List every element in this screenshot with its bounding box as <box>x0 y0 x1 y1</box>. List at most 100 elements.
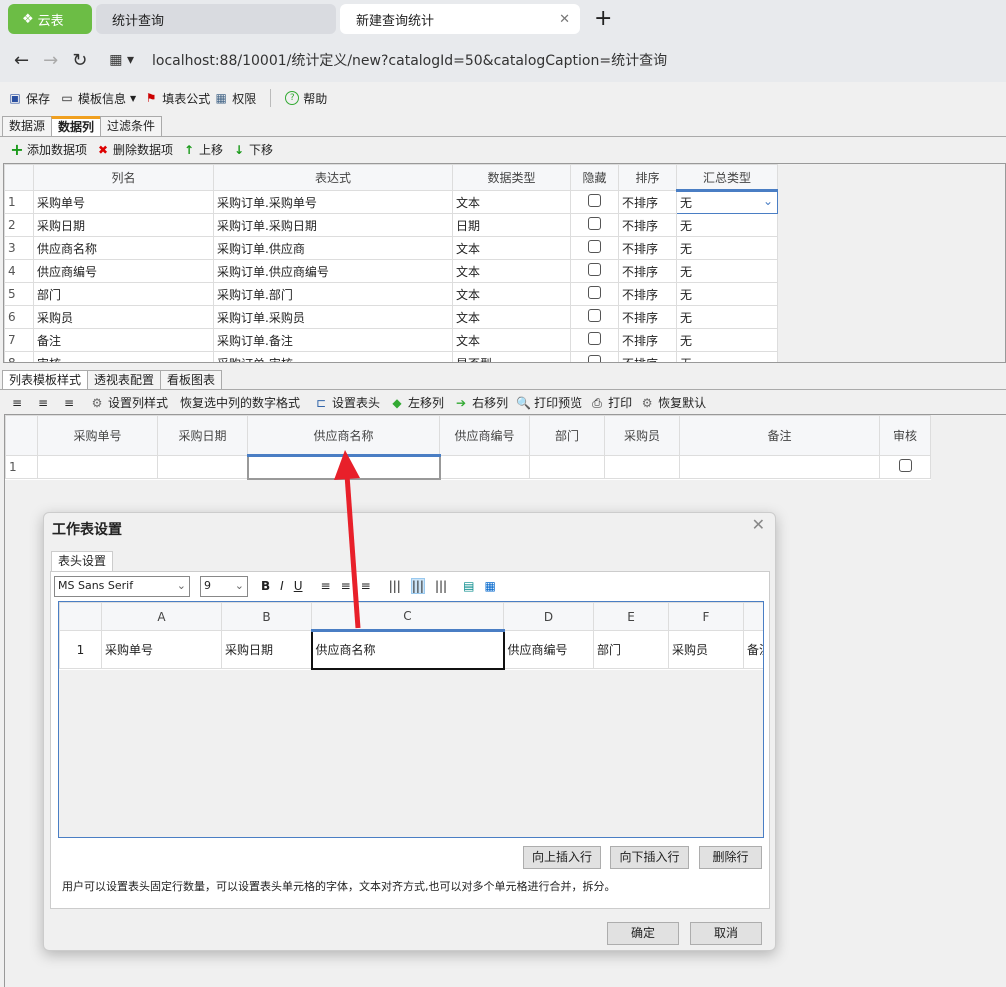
split-cells-icon[interactable]: ▦ <box>484 579 495 593</box>
restore-format-button[interactable]: 恢复选中列的数字格式 <box>180 394 300 411</box>
preview-col-header[interactable]: 审核 <box>879 415 931 456</box>
sort-cell[interactable]: 不排序 <box>618 328 677 352</box>
hidden-checkbox[interactable] <box>588 194 601 207</box>
fill-formula-button[interactable]: 填表公式 <box>162 90 210 107</box>
cell[interactable]: 供应商名称 <box>33 236 214 260</box>
url-field[interactable]: localhost:88/10001/统计定义/new?catalogId=50… <box>152 50 667 70</box>
sort-cell[interactable]: 不排序 <box>618 213 677 237</box>
chevron-down-icon[interactable]: ⌄ <box>763 194 773 208</box>
column-style-button[interactable]: 设置列样式 <box>108 394 168 411</box>
table-row[interactable]: 6 采购员 采购订单.采购员 文本 不排序无 <box>4 305 778 329</box>
tab-dashboard[interactable]: 看板图表 <box>160 370 223 390</box>
hidden-checkbox[interactable] <box>588 286 601 299</box>
preview-cell[interactable] <box>246 454 441 480</box>
col-header[interactable]: 表达式 <box>213 164 453 191</box>
summary-cell[interactable]: 无 <box>676 351 778 362</box>
summary-cell[interactable]: 无 <box>676 282 778 306</box>
close-tab-icon[interactable]: ✕ <box>559 12 570 27</box>
back-icon[interactable]: ← <box>14 50 29 71</box>
browser-tab-new-query[interactable]: 新建查询统计 ✕ <box>340 4 580 34</box>
cell[interactable]: 采购订单.采购日期 <box>213 213 453 237</box>
cell[interactable]: 审核 <box>33 351 214 362</box>
align-left-icon[interactable]: ≡ <box>10 396 24 410</box>
preview-col-header[interactable]: 采购单号 <box>37 415 158 456</box>
sort-cell[interactable]: 不排序 <box>618 259 677 283</box>
sheet-cell[interactable]: 采购日期 <box>221 630 312 669</box>
valign-middle-icon[interactable]: ||| <box>410 578 425 594</box>
sort-cell[interactable]: 不排序 <box>618 351 677 362</box>
sheet-cell[interactable]: 采购员 <box>668 630 744 669</box>
cell[interactable]: 采购订单.审核 <box>213 351 453 362</box>
merge-cells-icon[interactable]: ▤ <box>463 579 474 593</box>
sheet-col-header[interactable] <box>743 602 763 631</box>
align-center-icon[interactable]: ≡ <box>36 396 50 410</box>
cell[interactable]: 供应商编号 <box>33 259 214 283</box>
table-row[interactable]: 7 备注 采购订单.备注 文本 不排序无 <box>4 328 778 352</box>
sort-cell[interactable]: 不排序 <box>618 190 677 214</box>
cell[interactable]: 采购订单.供应商编号 <box>213 259 453 283</box>
preview-cell[interactable] <box>37 455 158 479</box>
hidden-checkbox[interactable] <box>588 355 601 362</box>
preview-cell[interactable] <box>879 455 931 479</box>
add-item-button[interactable]: 添加数据项 <box>27 141 87 158</box>
preview-cell[interactable] <box>157 455 248 479</box>
preview-col-header[interactable]: 供应商编号 <box>439 415 530 456</box>
cell[interactable]: 文本 <box>452 328 571 352</box>
tab-header-settings[interactable]: 表头设置 <box>51 551 114 571</box>
table-row[interactable]: 4 供应商编号 采购订单.供应商编号 文本 不排序无 <box>4 259 778 283</box>
tab-filter[interactable]: 过滤条件 <box>100 116 163 136</box>
sort-cell[interactable]: 不排序 <box>618 282 677 306</box>
summary-cell[interactable]: 无 ⌄ <box>676 190 778 214</box>
align-right-icon[interactable]: ≡ <box>62 396 76 410</box>
preview-cell[interactable] <box>679 455 880 479</box>
italic-icon[interactable]: I <box>280 579 284 593</box>
forward-icon[interactable]: → <box>43 50 58 71</box>
sheet-cell[interactable]: 部门 <box>593 630 669 669</box>
delete-row-button[interactable]: 删除行 <box>699 846 762 869</box>
cell[interactable]: 采购订单.备注 <box>213 328 453 352</box>
sheet-col-header[interactable]: D <box>503 602 594 631</box>
sheet-col-header[interactable]: C <box>311 602 504 632</box>
summary-cell[interactable]: 无 <box>676 305 778 329</box>
summary-cell[interactable]: 无 <box>676 213 778 237</box>
valign-top-icon[interactable]: ||| <box>389 579 401 593</box>
cell[interactable]: 文本 <box>452 259 571 283</box>
font-select[interactable]: MS Sans Serif ⌄ <box>54 576 190 597</box>
cell[interactable]: 采购订单.部门 <box>213 282 453 306</box>
hidden-checkbox[interactable] <box>588 332 601 345</box>
table-row[interactable]: 8审核采购订单.审核是否型 不排序无 <box>4 351 778 362</box>
preview-col-header[interactable]: 采购日期 <box>157 415 248 456</box>
hidden-checkbox[interactable] <box>588 309 601 322</box>
insert-above-button[interactable]: 向上插入行 <box>523 846 601 869</box>
sheet-col-header[interactable]: A <box>101 602 222 631</box>
bold-icon[interactable]: B <box>261 579 270 593</box>
cell[interactable]: 部门 <box>33 282 214 306</box>
cell[interactable]: 采购员 <box>33 305 214 329</box>
cell[interactable]: 文本 <box>452 190 571 214</box>
align-right-icon[interactable]: ≡ <box>361 579 371 593</box>
sheet-cell[interactable]: 供应商编号 <box>503 630 594 669</box>
size-select[interactable]: 9 ⌄ <box>200 576 248 597</box>
summary-cell[interactable]: 无 <box>676 328 778 352</box>
template-info-button[interactable]: 模板信息 <box>78 90 126 107</box>
tab-data-columns[interactable]: 数据列 <box>51 116 102 136</box>
cell[interactable]: 采购订单.供应商 <box>213 236 453 260</box>
preview-cell[interactable] <box>529 455 605 479</box>
apps-icon[interactable]: ▦ ▾ <box>109 52 134 68</box>
cell[interactable]: 采购日期 <box>33 213 214 237</box>
col-header[interactable]: 汇总类型 <box>676 164 778 192</box>
sheet-col-header[interactable]: F <box>668 602 744 631</box>
new-tab-icon[interactable]: + <box>594 6 612 31</box>
insert-below-button[interactable]: 向下插入行 <box>610 846 689 869</box>
tab-list-template[interactable]: 列表模板样式 <box>2 370 89 390</box>
set-header-button[interactable]: 设置表头 <box>332 394 380 411</box>
preview-cell[interactable] <box>439 455 530 479</box>
browser-tab-stats[interactable]: 统计查询 <box>96 4 336 34</box>
summary-cell[interactable]: 无 <box>676 236 778 260</box>
preview-col-header[interactable]: 采购员 <box>604 415 680 456</box>
cell[interactable]: 是否型 <box>452 351 571 362</box>
sheet-cell[interactable]: 供应商名称 <box>310 629 505 670</box>
col-header[interactable]: 排序 <box>618 164 677 191</box>
reload-icon[interactable]: ↻ <box>72 50 87 71</box>
cell[interactable]: 文本 <box>452 305 571 329</box>
